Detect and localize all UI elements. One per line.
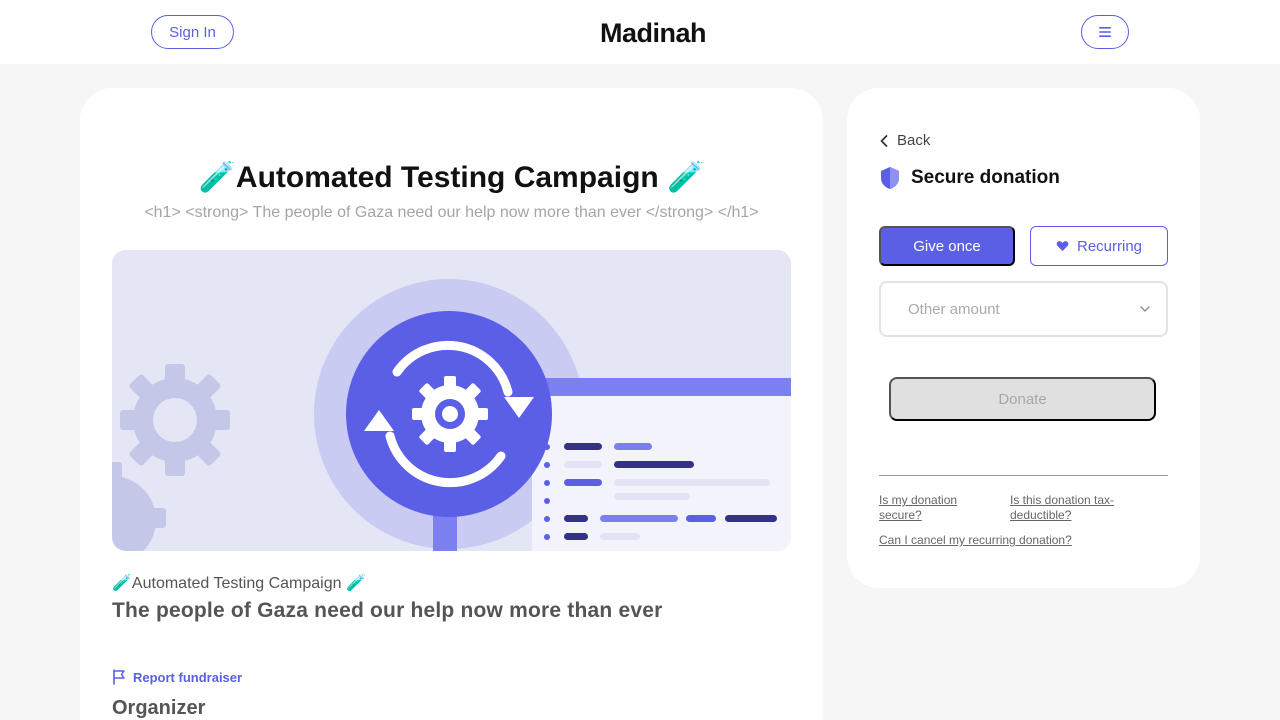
secure-donation-label: Secure donation (911, 167, 1060, 188)
madinah-logo[interactable]: Madinah (600, 14, 707, 50)
back-link[interactable]: Back (879, 132, 930, 149)
organizer-heading: Organizer (112, 697, 206, 719)
automation-illustration (112, 250, 791, 551)
chevron-left-icon (880, 134, 888, 147)
top-navigation-bar: Sign In Madinah (0, 0, 1280, 64)
campaign-card: 🧪Automated Testing Campaign 🧪 <h1> <stro… (80, 88, 823, 720)
secure-donation-heading: Secure donation (879, 166, 1060, 190)
recurring-button[interactable]: Recurring (1030, 226, 1168, 266)
hamburger-icon (1099, 27, 1111, 37)
campaign-title: 🧪Automated Testing Campaign 🧪 (198, 161, 705, 194)
faq-tax-deductible-link[interactable]: Is this donation tax-deductible? (1010, 493, 1150, 523)
flag-icon (113, 669, 125, 685)
donate-button[interactable]: Donate (889, 377, 1156, 421)
faq-donation-secure-link[interactable]: Is my donation secure? (879, 493, 989, 523)
shield-icon (881, 167, 899, 189)
back-label: Back (897, 132, 931, 149)
campaign-subtitle: <h1> <strong> The people of Gaza need ou… (144, 204, 759, 221)
heart-icon (1056, 241, 1069, 251)
report-fundraiser-link[interactable]: Report fundraiser (112, 669, 242, 685)
campaign-small-title: 🧪Automated Testing Campaign 🧪 (112, 575, 366, 592)
sign-in-button[interactable]: Sign In (151, 15, 234, 49)
recurring-label: Recurring (1076, 237, 1143, 255)
faq-cancel-recurring-link[interactable]: Can I cancel my recurring donation? (879, 533, 1129, 548)
give-once-button[interactable]: Give once (879, 226, 1015, 266)
logo-text: Madinah (600, 18, 707, 48)
menu-button[interactable] (1081, 15, 1129, 49)
divider (879, 475, 1168, 476)
report-fundraiser-label: Report fundraiser (133, 669, 243, 685)
donation-card: Back Secure donation Give once Recurring… (847, 88, 1200, 588)
campaign-hero-image (112, 250, 791, 551)
amount-placeholder: Other amount (908, 300, 1000, 318)
amount-select[interactable]: Other amount (879, 281, 1168, 337)
chevron-down-icon (1140, 306, 1150, 312)
campaign-headline: The people of Gaza need our help now mor… (112, 599, 663, 622)
